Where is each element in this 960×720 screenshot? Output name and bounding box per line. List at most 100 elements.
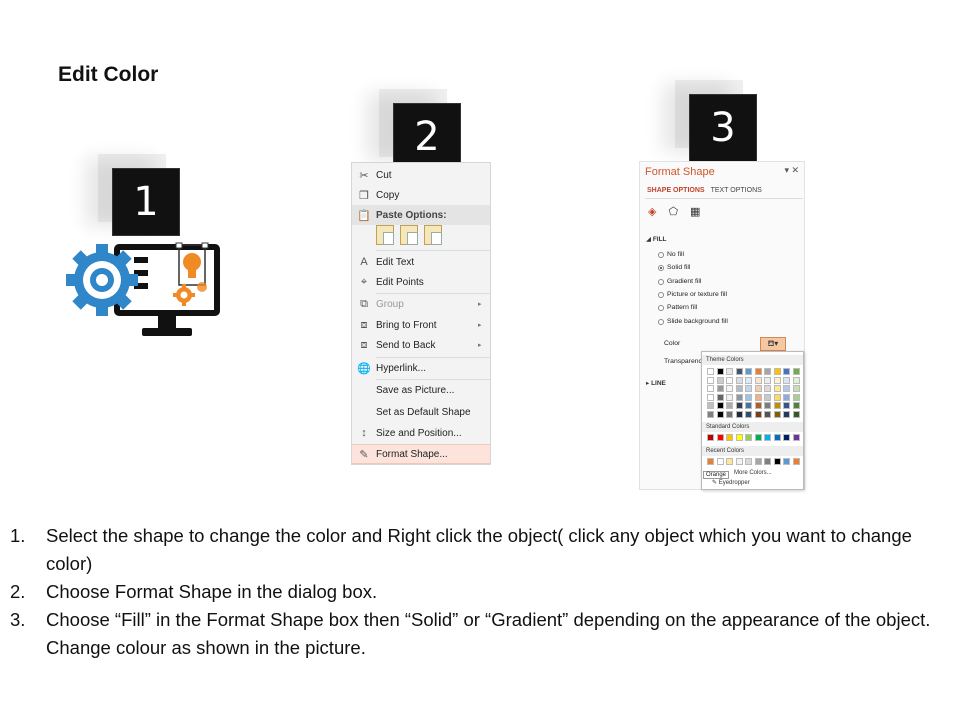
theme-color-swatch[interactable] (726, 402, 733, 409)
theme-color-swatch[interactable] (754, 410, 762, 418)
recent-color-swatch[interactable] (735, 458, 743, 465)
theme-color-swatch[interactable] (745, 402, 752, 409)
theme-color-swatch[interactable] (716, 385, 724, 392)
menu-item-size-position[interactable]: ↕ Size and Position... (352, 423, 490, 443)
menu-item-hyperlink[interactable]: 🌐 Hyperlink... (352, 358, 490, 378)
theme-color-swatch[interactable] (735, 402, 743, 409)
theme-color-swatch[interactable] (726, 410, 733, 418)
theme-color-swatch[interactable] (764, 393, 771, 401)
theme-color-swatch[interactable] (773, 410, 781, 418)
fill-line-icon[interactable]: ◈ (648, 205, 656, 218)
theme-color-swatch[interactable] (735, 410, 743, 418)
effects-icon[interactable]: ⬠ (668, 205, 678, 218)
theme-color-swatch[interactable] (764, 376, 771, 384)
line-section-header[interactable]: LINE (651, 380, 666, 387)
theme-color-swatch[interactable] (792, 402, 800, 409)
recent-color-swatch[interactable] (764, 458, 771, 465)
theme-color-swatch[interactable] (773, 402, 781, 409)
theme-color-swatch[interactable] (783, 368, 790, 375)
theme-color-swatch[interactable] (773, 385, 781, 392)
recent-color-swatch[interactable] (716, 458, 724, 465)
theme-color-swatch[interactable] (764, 368, 771, 375)
radio-gradient-fill[interactable]: Gradient fill (658, 278, 701, 285)
theme-color-swatch[interactable] (726, 376, 733, 384)
theme-color-swatch[interactable] (735, 376, 743, 384)
theme-color-swatch[interactable] (716, 368, 724, 375)
standard-color-swatch[interactable] (773, 434, 781, 441)
theme-color-swatch[interactable] (707, 402, 714, 409)
theme-color-swatch[interactable] (754, 376, 762, 384)
theme-color-swatch[interactable] (783, 393, 790, 401)
theme-color-swatch[interactable] (754, 402, 762, 409)
theme-color-swatch[interactable] (783, 402, 790, 409)
theme-color-swatch[interactable] (792, 393, 800, 401)
theme-color-swatch[interactable] (707, 410, 714, 418)
fill-section-header[interactable]: FILL (653, 236, 667, 243)
recent-color-swatch[interactable] (754, 458, 762, 465)
standard-color-swatch[interactable] (745, 434, 752, 441)
theme-color-swatch[interactable] (735, 368, 743, 375)
theme-color-swatch[interactable] (754, 385, 762, 392)
theme-color-swatch[interactable] (745, 410, 752, 418)
theme-color-swatch[interactable] (707, 385, 714, 392)
radio-slide-background-fill[interactable]: Slide background fill (658, 318, 728, 325)
menu-item-format-shape[interactable]: ✎ Format Shape... (352, 444, 490, 464)
theme-color-swatch[interactable] (707, 393, 714, 401)
menu-item-bring-to-front[interactable]: ⧈ Bring to Front ▸ (352, 315, 490, 335)
theme-color-swatch[interactable] (735, 385, 743, 392)
theme-color-swatch[interactable] (745, 393, 752, 401)
theme-color-swatch[interactable] (726, 393, 733, 401)
theme-color-swatch[interactable] (783, 376, 790, 384)
menu-item-cut[interactable]: ✂ Cut (352, 165, 490, 185)
color-palette-popup[interactable]: Theme Colors Standard Colors Recent Colo… (701, 351, 804, 490)
paste-destination-theme-icon[interactable] (376, 225, 394, 245)
theme-color-swatch[interactable] (726, 385, 733, 392)
standard-color-swatch[interactable] (783, 434, 790, 441)
theme-color-swatch[interactable] (773, 376, 781, 384)
theme-color-swatch[interactable] (726, 368, 733, 375)
menu-item-group[interactable]: ⧉ Group ▸ (352, 294, 490, 314)
theme-color-swatch[interactable] (754, 393, 762, 401)
theme-color-swatch[interactable] (707, 376, 714, 384)
theme-color-swatch[interactable] (716, 376, 724, 384)
menu-item-set-default-shape[interactable]: Set as Default Shape (352, 402, 490, 422)
recent-color-swatch[interactable] (773, 458, 781, 465)
theme-color-swatch[interactable] (773, 393, 781, 401)
menu-item-send-to-back[interactable]: ⧈ Send to Back ▸ (352, 335, 490, 355)
theme-color-swatch[interactable] (764, 402, 771, 409)
theme-color-swatch[interactable] (773, 368, 781, 375)
menu-item-edit-points[interactable]: ⌖ Edit Points (352, 272, 490, 292)
recent-color-swatch[interactable] (792, 458, 800, 465)
menu-item-save-as-picture[interactable]: Save as Picture... (352, 380, 490, 400)
recent-color-swatch[interactable] (726, 458, 733, 465)
standard-color-swatch[interactable] (764, 434, 771, 441)
theme-color-swatch[interactable] (745, 368, 752, 375)
theme-color-swatch[interactable] (716, 402, 724, 409)
theme-color-swatch[interactable] (745, 385, 752, 392)
recent-color-swatch[interactable] (745, 458, 752, 465)
theme-color-swatch[interactable] (754, 368, 762, 375)
theme-color-swatch[interactable] (783, 410, 790, 418)
paste-picture-icon[interactable] (424, 225, 442, 245)
menu-item-copy[interactable]: ❐ Copy (352, 185, 490, 205)
tab-text-options[interactable]: TEXT OPTIONS (711, 187, 762, 194)
standard-color-swatch[interactable] (726, 434, 733, 441)
radio-picture-fill[interactable]: Picture or texture fill (658, 291, 727, 298)
theme-color-swatch[interactable] (707, 368, 714, 375)
menu-item-edit-text[interactable]: A Edit Text (352, 252, 490, 272)
standard-color-swatch[interactable] (754, 434, 762, 441)
radio-no-fill[interactable]: No fill (658, 251, 684, 258)
radio-solid-fill[interactable]: Solid fill (658, 264, 690, 271)
theme-color-swatch[interactable] (764, 410, 771, 418)
standard-color-swatch[interactable] (707, 434, 714, 441)
standard-color-swatch[interactable] (735, 434, 743, 441)
theme-color-swatch[interactable] (792, 376, 800, 384)
recent-color-swatch[interactable] (707, 458, 714, 465)
theme-color-swatch[interactable] (764, 385, 771, 392)
theme-color-swatch[interactable] (716, 410, 724, 418)
monitor-gear-illustration[interactable] (66, 240, 226, 342)
theme-color-swatch[interactable] (792, 410, 800, 418)
eyedropper-option[interactable]: ✎ Eyedropper (712, 479, 750, 486)
standard-color-swatch[interactable] (716, 434, 724, 441)
size-properties-icon[interactable]: ▦ (690, 205, 700, 218)
